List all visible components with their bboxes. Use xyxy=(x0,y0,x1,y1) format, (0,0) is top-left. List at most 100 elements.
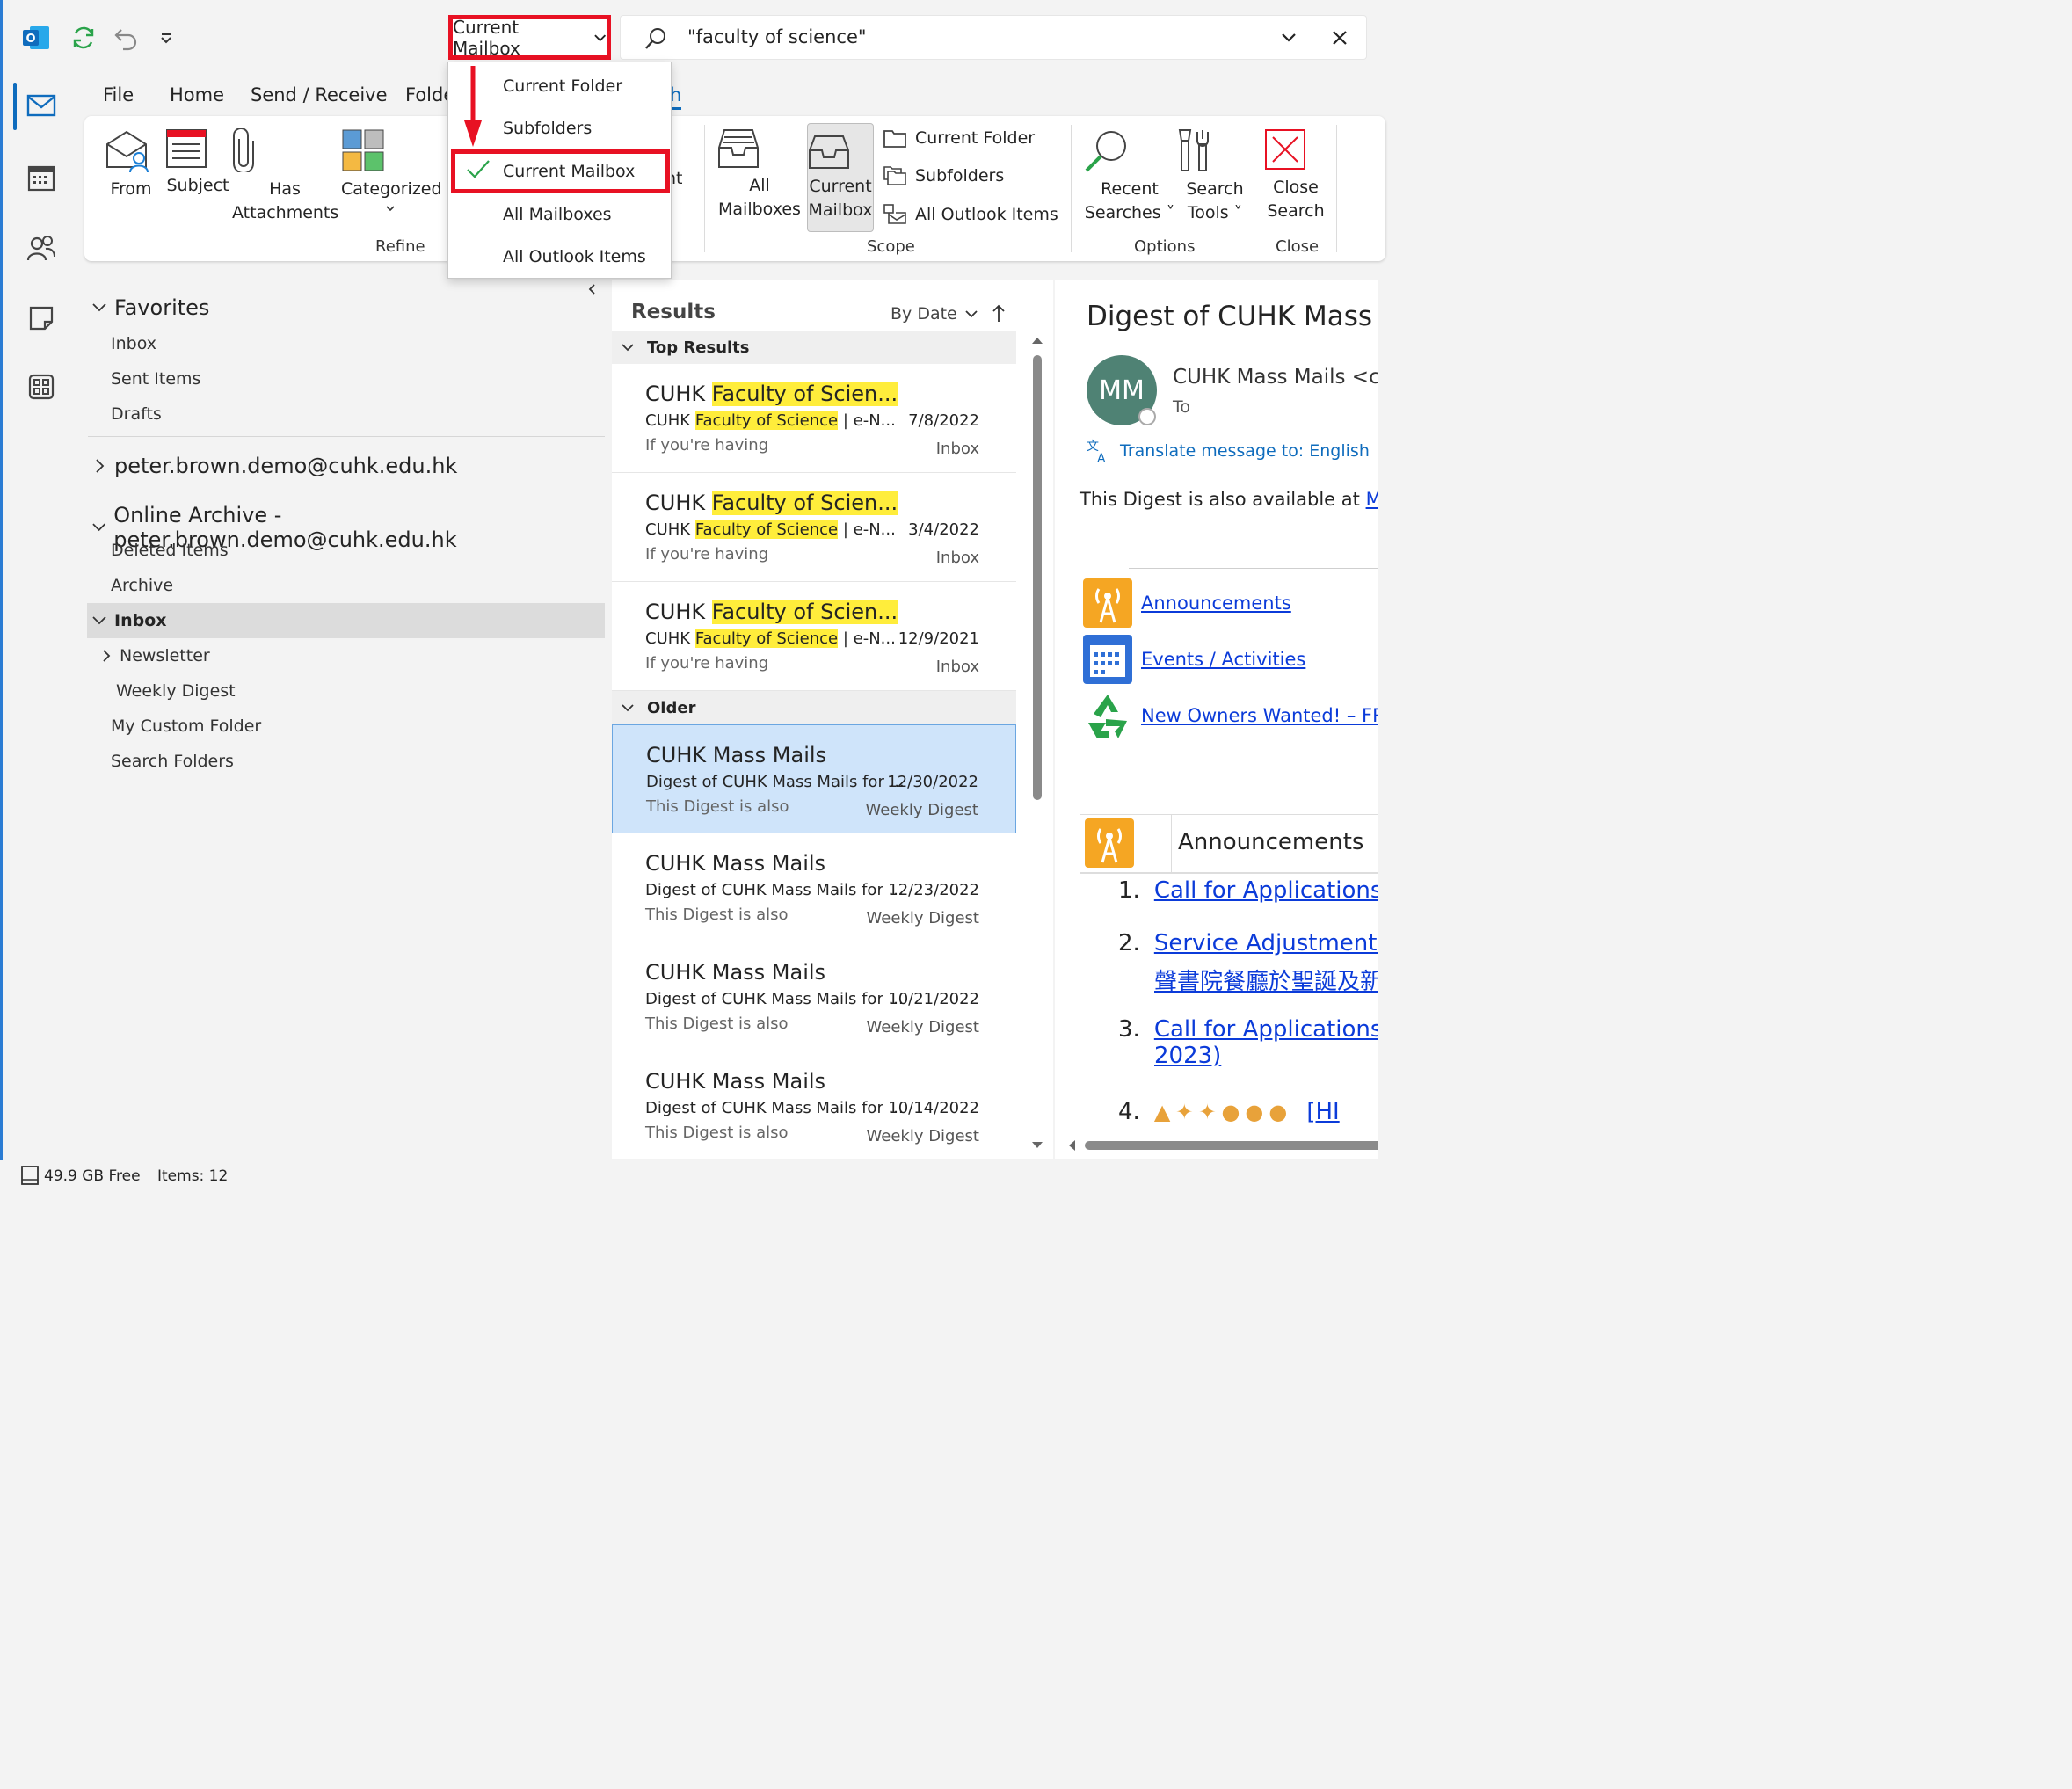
sort-direction-icon[interactable] xyxy=(992,304,1006,324)
announcement-item[interactable]: 1. Call for Applications: N xyxy=(1118,877,1378,904)
message-preview: If you're having xyxy=(645,654,769,673)
close-search-button[interactable]: Close Search xyxy=(1264,128,1327,223)
sync-icon[interactable] xyxy=(67,21,100,55)
item-count: Items: 12 xyxy=(157,1167,229,1185)
inbox-tray-icon xyxy=(808,129,873,170)
recent-searches-button[interactable]: Recent Searches ˅ xyxy=(1083,128,1176,225)
toc-events[interactable]: Events / Activities xyxy=(1083,635,1305,684)
announcement-item[interactable]: 4. ▲✦✦●●● [HI xyxy=(1118,1099,1340,1125)
horizontal-scrollbar-thumb[interactable] xyxy=(1085,1141,1378,1150)
mail-icon[interactable] xyxy=(24,88,59,123)
inbox-tray-icon xyxy=(717,128,802,169)
calendar-icon[interactable] xyxy=(24,160,59,195)
apps-icon[interactable] xyxy=(24,369,59,404)
message-date: 10/14/2022 xyxy=(888,1099,979,1117)
results-title: Results xyxy=(631,301,716,324)
outlook-logo-icon: O xyxy=(19,21,53,55)
scroll-up-icon[interactable] xyxy=(1031,336,1043,345)
item-link: Call for Applications: O xyxy=(1153,1016,1378,1043)
options-group-label: Options xyxy=(1134,237,1196,256)
announcement-item[interactable]: 2. Service Adjustments o xyxy=(1118,930,1378,956)
search-tools-button[interactable]: Search Tools ˅ xyxy=(1178,128,1252,225)
group-header-top-results[interactable]: Top Results xyxy=(612,331,1016,364)
menu-item-all-mailboxes[interactable]: All Mailboxes xyxy=(503,205,612,224)
message-date: 3/4/2022 xyxy=(908,520,979,539)
tab-file[interactable]: File xyxy=(103,84,134,105)
folder-sent-items[interactable]: Sent Items xyxy=(111,369,200,389)
sender-name[interactable]: CUHK Mass Mails <cu xyxy=(1173,366,1378,389)
folder-search-folders[interactable]: Search Folders xyxy=(111,752,234,771)
menu-item-current-mailbox[interactable]: Current Mailbox xyxy=(503,162,635,181)
item-link-continued[interactable]: 聲書院餐廳於聖誕及新 xyxy=(1154,964,1378,996)
current-mailbox-label-1: Current xyxy=(809,177,872,196)
search-box[interactable]: "faculty of science" xyxy=(620,15,1367,60)
tab-home[interactable]: Home xyxy=(170,84,224,105)
account-header[interactable]: peter.brown.demo@cuhk.edu.hk xyxy=(91,454,457,478)
search-input[interactable]: "faculty of science" xyxy=(687,26,867,47)
undo-icon[interactable] xyxy=(109,21,142,55)
body-intro: This Digest is also available at MyC xyxy=(1080,489,1378,510)
folder-drafts[interactable]: Drafts xyxy=(111,404,162,424)
notes-icon[interactable] xyxy=(24,301,59,336)
group-header-older[interactable]: Older xyxy=(612,691,1016,724)
item-link-continued[interactable]: 2023) xyxy=(1154,1043,1221,1069)
reading-pane: Digest of CUHK Mass M MM CUHK Mass Mails… xyxy=(1055,280,1378,1159)
message-item[interactable]: CUHK Faculty of Scien... CUHK Faculty of… xyxy=(612,364,1016,473)
from-button[interactable]: From xyxy=(104,128,158,201)
message-date: 10/21/2022 xyxy=(888,990,979,1008)
to-label: To xyxy=(1173,397,1191,417)
folder-archive[interactable]: Archive xyxy=(111,576,173,595)
scope-current-folder-button[interactable]: Current Folder xyxy=(883,128,1035,148)
storage-icon xyxy=(21,1166,39,1185)
collapse-pane-icon[interactable] xyxy=(587,283,596,295)
message-item[interactable]: CUHK Mass Mails Digest of CUHK Mass Mail… xyxy=(612,833,1016,942)
scrollbar-thumb[interactable] xyxy=(1033,355,1042,800)
chevron-down-icon[interactable] xyxy=(1280,32,1298,44)
translate-message-link[interactable]: 文A Translate message to: English xyxy=(1085,438,1370,464)
from-icon xyxy=(104,128,158,172)
folder-weekly-digest[interactable]: Weekly Digest xyxy=(116,681,236,701)
message-item[interactable]: CUHK Mass Mails Digest of CUHK Mass Mail… xyxy=(612,1051,1016,1160)
menu-item-all-outlook-items[interactable]: All Outlook Items xyxy=(503,247,646,266)
people-icon[interactable] xyxy=(24,230,59,265)
current-mailbox-button[interactable]: Current Mailbox xyxy=(807,123,874,232)
scope-subfolders-button[interactable]: Subfolders xyxy=(883,166,1004,185)
folder-deleted-items[interactable]: Deleted Items xyxy=(111,541,229,560)
message-subject: Digest of CUHK Mass Mails for ... xyxy=(645,1099,904,1117)
message-item[interactable]: CUHK Faculty of Scien... CUHK Faculty of… xyxy=(612,582,1016,691)
refine-group-label: Refine xyxy=(375,237,425,256)
announcement-item[interactable]: 3. Call for Applications: O xyxy=(1118,1016,1378,1043)
message-item[interactable]: CUHK Faculty of Scien... CUHK Faculty of… xyxy=(612,473,1016,582)
message-subject: CUHK Faculty of Science | e-N... xyxy=(645,411,896,430)
folder-favorites-inbox[interactable]: Inbox xyxy=(111,334,156,353)
toc-new-owners[interactable]: New Owners Wanted! – FRE xyxy=(1083,691,1378,740)
item-link: Service Adjustments o xyxy=(1153,930,1378,956)
categorized-button[interactable]: Categorized xyxy=(341,128,442,212)
folder-pane: Favorites Inbox Sent Items Drafts peter.… xyxy=(84,273,610,1160)
folder-my-custom-folder[interactable]: My Custom Folder xyxy=(111,716,261,736)
subject-button[interactable]: Subject xyxy=(165,128,230,198)
scroll-left-icon[interactable] xyxy=(1067,1139,1076,1152)
folder-inbox[interactable]: Inbox xyxy=(91,611,167,630)
message-item-selected[interactable]: CUHK Mass Mails Digest of CUHK Mass Mail… xyxy=(612,724,1016,833)
favorites-header[interactable]: Favorites xyxy=(91,295,209,320)
scroll-down-icon[interactable] xyxy=(1031,1141,1043,1150)
menu-item-subfolders[interactable]: Subfolders xyxy=(503,119,592,138)
message-sender: CUHK Mass Mails xyxy=(645,960,826,985)
chevron-down-icon xyxy=(92,523,105,532)
close-icon[interactable] xyxy=(1331,29,1349,47)
toc-announcements[interactable]: Announcements xyxy=(1083,578,1291,628)
scope-all-outlook-items-button[interactable]: All Outlook Items xyxy=(883,204,1058,225)
tab-send-receive[interactable]: Send / Receive xyxy=(251,84,388,105)
folder-newsletter[interactable]: Newsletter xyxy=(100,646,210,665)
body-intro-link[interactable]: MyC xyxy=(1366,489,1378,510)
customize-toolbar-icon[interactable] xyxy=(149,21,183,55)
message-date: 12/9/2021 xyxy=(898,629,979,648)
search-scope-button[interactable]: Current Mailbox xyxy=(448,15,611,60)
sort-by-button[interactable]: By Date xyxy=(891,304,978,324)
has-attachments-button[interactable]: Has Attachments xyxy=(232,128,338,225)
subject-icon xyxy=(165,128,230,169)
message-item[interactable]: CUHK Mass Mails Digest of CUHK Mass Mail… xyxy=(612,942,1016,1051)
all-mailboxes-button[interactable]: All Mailboxes xyxy=(717,128,802,222)
menu-item-current-folder[interactable]: Current Folder xyxy=(503,76,622,96)
